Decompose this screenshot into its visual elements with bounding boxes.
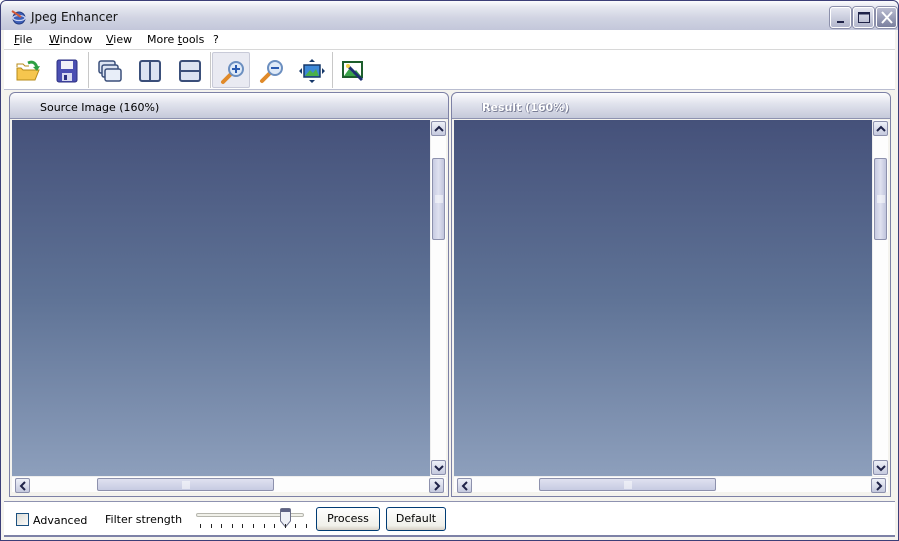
- zoom-out-button[interactable]: [252, 52, 290, 88]
- chevron-down-icon: [876, 465, 886, 472]
- chevron-up-icon: [434, 125, 444, 132]
- grip-icon: [877, 195, 885, 203]
- close-icon: [881, 11, 893, 24]
- cascade-button[interactable]: [90, 52, 128, 88]
- result-image[interactable]: [454, 120, 872, 476]
- slider-tick: [242, 524, 244, 528]
- scroll-right-button[interactable]: [429, 478, 444, 493]
- toolbar-separator: [210, 52, 211, 88]
- slider-tick: [231, 524, 233, 528]
- filter-strength-label: Filter strength: [105, 513, 183, 526]
- minimize-icon: [837, 21, 844, 23]
- enhance-button[interactable]: [333, 52, 371, 88]
- fit-to-window-button[interactable]: [292, 52, 330, 88]
- scroll-right-button[interactable]: [871, 478, 886, 493]
- scroll-left-button[interactable]: [457, 478, 472, 493]
- result-horizontal-scrollbar[interactable]: [454, 476, 888, 493]
- chevron-down-icon: [434, 465, 444, 472]
- result-pane-header[interactable]: Result (160%): [452, 93, 890, 119]
- result-image-view: [454, 120, 888, 493]
- default-button[interactable]: Default: [386, 507, 446, 531]
- chevron-right-icon: [434, 481, 441, 491]
- chevron-up-icon: [876, 125, 886, 132]
- vertical-scroll-thumb[interactable]: [432, 158, 445, 240]
- zoom-out-icon: [260, 60, 283, 83]
- zoom-in-button[interactable]: [212, 52, 250, 88]
- grip-icon: [624, 481, 632, 489]
- horizontal-scroll-thumb[interactable]: [97, 478, 274, 491]
- menu-bar: File Window View More tools ?: [4, 30, 895, 50]
- magic-wand-image-icon: [342, 61, 364, 82]
- result-vertical-scrollbar[interactable]: [872, 120, 888, 476]
- minimize-button[interactable]: [830, 7, 851, 28]
- scroll-up-button[interactable]: [431, 121, 446, 136]
- scroll-up-button[interactable]: [873, 121, 888, 136]
- slider-tick: [253, 524, 254, 528]
- chevron-left-icon: [461, 481, 468, 491]
- menu-view[interactable]: View: [106, 33, 132, 46]
- advanced-checkbox[interactable]: [16, 513, 29, 526]
- slider-tick: [295, 524, 297, 528]
- source-pane-header[interactable]: Source Image (160%): [10, 93, 448, 119]
- scroll-down-button[interactable]: [431, 460, 446, 475]
- menu-more-tools[interactable]: More tools: [147, 33, 204, 46]
- tile-vertical-button[interactable]: [130, 52, 168, 88]
- toolbar-separator: [88, 52, 89, 88]
- maximize-icon: [858, 12, 870, 23]
- title-bar[interactable]: Jpeg Enhancer: [1, 1, 898, 30]
- fit-image-icon: [299, 59, 325, 83]
- tile-horizontal-button[interactable]: [170, 52, 208, 88]
- vertical-scroll-thumb[interactable]: [874, 158, 887, 240]
- slider-tick: [221, 524, 223, 528]
- slider-tick: [200, 524, 201, 528]
- cascade-windows-icon: [98, 60, 122, 82]
- menu-file[interactable]: File: [14, 33, 32, 46]
- zoom-in-icon: [221, 61, 244, 84]
- source-pane: Source Image (160%): [9, 92, 449, 497]
- close-button[interactable]: [876, 7, 897, 28]
- slider-tick: [284, 524, 286, 528]
- slider-tick: [210, 524, 212, 528]
- source-image[interactable]: [12, 120, 430, 476]
- result-pane: Result (160%): [451, 92, 891, 497]
- scroll-down-button[interactable]: [873, 460, 888, 475]
- app-icon: [11, 10, 26, 25]
- source-vertical-scrollbar[interactable]: [430, 120, 446, 476]
- process-button[interactable]: Process: [316, 507, 380, 531]
- open-folder-icon: [16, 60, 40, 81]
- tile-horizontal-icon: [179, 60, 201, 82]
- controls-bar: Advanced Filter strength Process Default: [4, 501, 895, 537]
- slider-tick: [306, 524, 307, 528]
- advanced-label[interactable]: Advanced: [33, 514, 87, 527]
- maximize-button[interactable]: [853, 7, 874, 28]
- save-disk-icon: [56, 59, 78, 83]
- result-pane-title: Result (160%): [482, 101, 570, 114]
- filter-strength-slider[interactable]: [194, 508, 312, 534]
- slider-tick: [263, 524, 265, 528]
- horizontal-scroll-thumb[interactable]: [539, 478, 716, 491]
- source-image-view: [12, 120, 446, 493]
- toolbar: [4, 50, 895, 90]
- chevron-right-icon: [876, 481, 883, 491]
- slider-tick: [274, 524, 276, 528]
- save-button[interactable]: [47, 52, 85, 88]
- scroll-left-button[interactable]: [15, 478, 30, 493]
- window-title: Jpeg Enhancer: [31, 10, 118, 24]
- tile-vertical-icon: [139, 60, 161, 82]
- grip-icon: [435, 195, 443, 203]
- menu-window[interactable]: Window: [49, 33, 92, 46]
- menu-help[interactable]: ?: [213, 33, 219, 46]
- open-button[interactable]: [8, 52, 46, 88]
- chevron-left-icon: [19, 481, 26, 491]
- grip-icon: [182, 481, 190, 489]
- app-window: Jpeg Enhancer File Window View More tool…: [0, 0, 899, 541]
- source-pane-title: Source Image (160%): [40, 101, 160, 114]
- source-horizontal-scrollbar[interactable]: [12, 476, 446, 493]
